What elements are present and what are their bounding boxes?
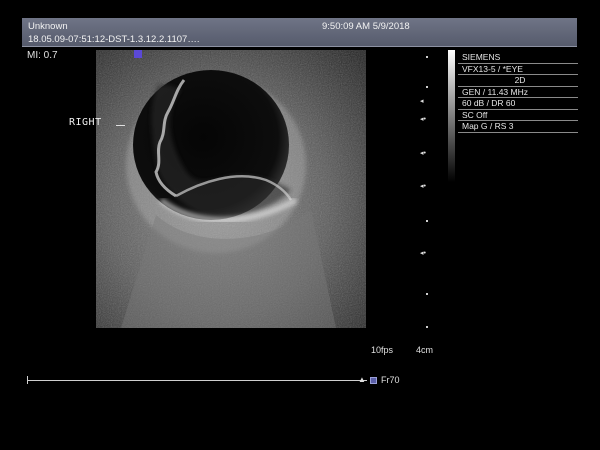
sc-label: SC Off: [458, 110, 578, 121]
focus-arrow-icon: ◂: [420, 98, 424, 105]
grayscale-bar: [448, 50, 455, 182]
frequency-label: GEN / 11.43 MHz: [458, 87, 578, 98]
depth-tick: [426, 326, 428, 328]
orientation-marker-icon: [134, 50, 142, 58]
depth-tick: [426, 220, 428, 222]
cine-track[interactable]: [27, 380, 367, 381]
patient-name: Unknown: [28, 21, 68, 32]
frame-icon: [370, 377, 377, 384]
focus-arrow-icon: ◂•: [420, 116, 426, 123]
gain-label: 60 dB / DR 60: [458, 98, 578, 110]
depth-tick: [426, 293, 428, 295]
side-label: RIGHT: [69, 117, 102, 128]
focus-arrow-icon: ◂•: [420, 183, 426, 190]
depth-value: 4cm: [416, 345, 434, 355]
mechanical-index: MI: 0.7: [27, 50, 58, 61]
focus-arrow-icon: ◂•: [420, 250, 426, 257]
cine-timeline[interactable]: ▲: [27, 375, 367, 386]
ultrasound-image: [96, 50, 366, 328]
depth-tick: [426, 56, 428, 58]
transducer-label: VFX13-5 / *EYE: [458, 64, 578, 75]
header-bar: Unknown 9:50:09 AM 5/9/2018 18.05.09-07:…: [22, 18, 577, 47]
eye-ultrasound-scan: [96, 50, 366, 328]
focus-arrow-icon: ◂•: [420, 150, 426, 157]
frame-rate: 10fps: [371, 345, 394, 355]
map-label: Map G / RS 3: [458, 121, 578, 133]
cine-end-arrow-icon[interactable]: ▲: [358, 375, 366, 384]
depth-tick: [426, 86, 428, 88]
manufacturer-label: SIEMENS: [458, 52, 578, 64]
parameter-panel: SIEMENS VFX13-5 / *EYE 2D GEN / 11.43 MH…: [458, 52, 578, 133]
side-indicator-tick: [116, 125, 125, 126]
mode-label: 2D: [458, 75, 578, 87]
exam-id: 18.05.09-07:51:12-DST-1.3.12.2.1107….: [28, 34, 200, 45]
frame-number: Fr70: [381, 375, 400, 385]
depth-scale: ◂ ◂• ◂• ◂• ◂•: [418, 50, 434, 332]
exam-datetime: 9:50:09 AM 5/9/2018: [322, 21, 410, 32]
